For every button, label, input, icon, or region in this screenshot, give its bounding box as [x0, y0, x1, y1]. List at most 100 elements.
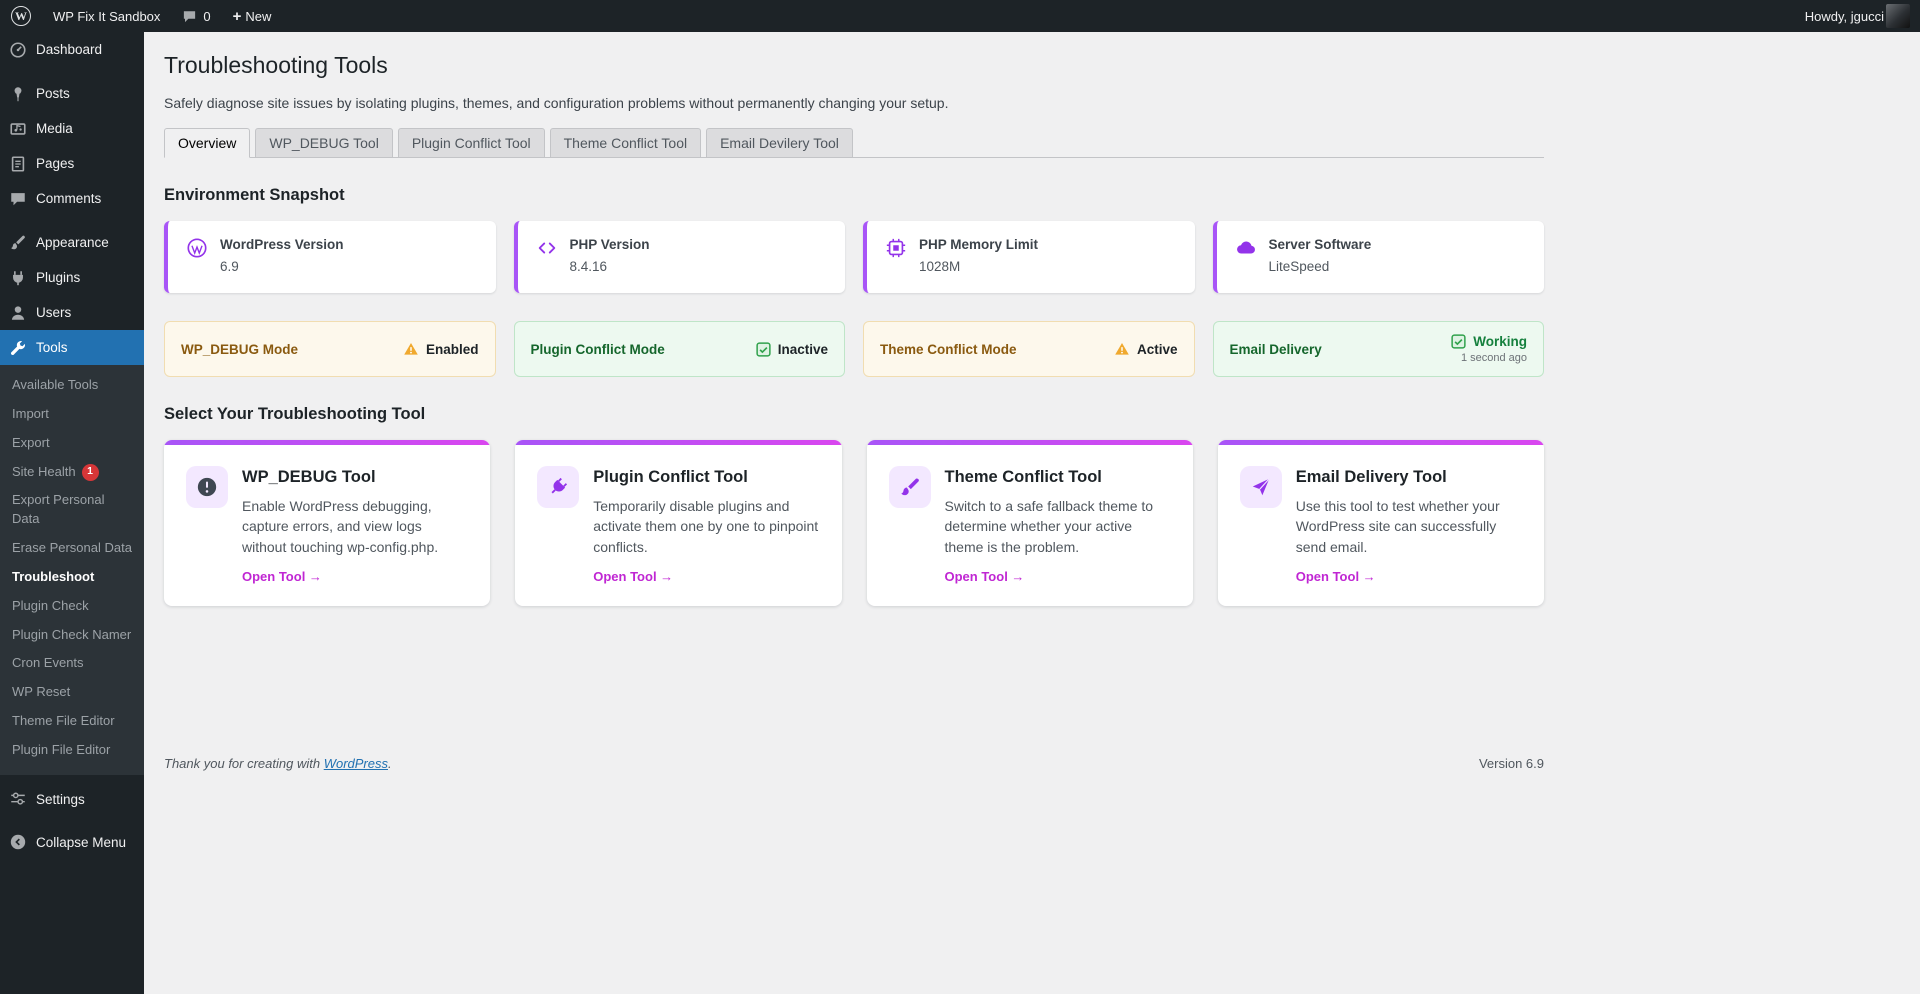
- wordpress-logo-icon: W: [11, 6, 31, 26]
- howdy-link[interactable]: Howdy, jgucci: [1794, 0, 1884, 32]
- footer-thanks-text: Thank you for creating with: [164, 756, 324, 771]
- sidebar-item-posts[interactable]: Posts: [0, 76, 144, 111]
- avatar: [1886, 4, 1910, 28]
- tool-card-title: Theme Conflict Tool: [945, 468, 1171, 487]
- wordpress-link[interactable]: WordPress: [324, 756, 388, 771]
- tool-card-description: Switch to a safe fallback theme to deter…: [945, 496, 1171, 557]
- check-square-icon: [756, 342, 771, 357]
- sidebar-subitem-troubleshoot[interactable]: Troubleshoot: [0, 563, 144, 592]
- sidebar-subitem-site-health[interactable]: Site Health 1: [0, 458, 144, 487]
- sidebar-subitem-export-personal-data[interactable]: Export Personal Data: [0, 486, 144, 534]
- comments-shortcut[interactable]: 0: [171, 0, 221, 32]
- tab-wp-debug-tool[interactable]: WP_DEBUG Tool: [255, 128, 392, 158]
- tool-cards: WP_DEBUG Tool Enable WordPress debugging…: [164, 440, 1544, 606]
- sidebar-item-tools[interactable]: Tools: [0, 330, 144, 365]
- footer-version: Version 6.9: [1479, 756, 1544, 771]
- wp-logo-menu[interactable]: W: [0, 0, 42, 32]
- user-menu[interactable]: [1884, 0, 1920, 32]
- sidebar-item-dashboard[interactable]: Dashboard: [0, 32, 144, 67]
- check-square-icon: [1451, 334, 1466, 349]
- status-label: Theme Conflict Mode: [880, 342, 1017, 357]
- sidebar-subitem-theme-file-editor[interactable]: Theme File Editor: [0, 707, 144, 736]
- sidebar-item-settings[interactable]: Settings: [0, 782, 144, 817]
- tab-email-delivery-tool[interactable]: Email Devilery Tool: [706, 128, 853, 158]
- tool-card-email-delivery: Email Delivery Tool Use this tool to tes…: [1218, 440, 1544, 606]
- sidebar-item-media[interactable]: Media: [0, 111, 144, 146]
- env-card-value: 8.4.16: [570, 259, 650, 274]
- sidebar-subitem-cron-events[interactable]: Cron Events: [0, 649, 144, 678]
- sidebar-item-label: Posts: [36, 86, 70, 101]
- speech-bubble-icon: [8, 189, 27, 208]
- sidebar-item-pages[interactable]: Pages: [0, 146, 144, 181]
- sidebar-item-users[interactable]: Users: [0, 295, 144, 330]
- env-card-php-version: PHP Version 8.4.16: [514, 221, 846, 293]
- tool-card-description: Temporarily disable plugins and activate…: [593, 496, 819, 557]
- sidebar-item-label: Settings: [36, 792, 85, 807]
- collapse-arrow-icon: [8, 833, 27, 852]
- collapse-menu-button[interactable]: Collapse Menu: [0, 825, 144, 860]
- tool-card-wp-debug: WP_DEBUG Tool Enable WordPress debugging…: [164, 440, 490, 606]
- tab-theme-conflict-tool[interactable]: Theme Conflict Tool: [550, 128, 701, 158]
- tool-card-plugin-conflict: Plugin Conflict Tool Temporarily disable…: [515, 440, 841, 606]
- comment-count: 0: [203, 9, 210, 24]
- env-card-value: LiteSpeed: [1269, 259, 1372, 274]
- open-tool-link-email-delivery[interactable]: Open Tool →: [1296, 569, 1376, 584]
- sidebar-subitem-export[interactable]: Export: [0, 429, 144, 458]
- sidebar-subitem-erase-personal-data[interactable]: Erase Personal Data: [0, 534, 144, 563]
- settings-sliders-icon: [8, 790, 27, 809]
- tools-submenu: Available Tools Import Export Site Healt…: [0, 365, 144, 775]
- status-card-theme-conflict-mode: Theme Conflict Mode Active: [863, 321, 1195, 377]
- exclamation-circle-icon: [186, 466, 228, 508]
- sidebar-subitem-plugin-check-namer[interactable]: Plugin Check Namer: [0, 621, 144, 650]
- site-health-count-badge: 1: [82, 464, 99, 481]
- env-card-label: Server Software: [1269, 237, 1372, 252]
- tool-card-title: WP_DEBUG Tool: [242, 468, 468, 487]
- status-card-plugin-conflict-mode: Plugin Conflict Mode Inactive: [514, 321, 846, 377]
- environment-cards: WordPress Version 6.9 PHP Version 8.4.16…: [164, 221, 1544, 293]
- site-name-link[interactable]: WP Fix It Sandbox: [42, 0, 171, 32]
- subitem-label: Site Health: [12, 464, 76, 479]
- env-card-value: 6.9: [220, 259, 344, 274]
- sidebar-subitem-wp-reset[interactable]: WP Reset: [0, 678, 144, 707]
- comment-bubble-icon: [182, 9, 197, 24]
- environment-heading: Environment Snapshot: [164, 186, 1544, 205]
- sidebar-item-comments[interactable]: Comments: [0, 181, 144, 216]
- sidebar-item-plugins[interactable]: Plugins: [0, 260, 144, 295]
- tab-overview[interactable]: Overview: [164, 128, 250, 158]
- media-icon: [8, 119, 27, 138]
- sidebar-item-label: Plugins: [36, 270, 80, 285]
- person-icon: [8, 303, 27, 322]
- menu-separator: [0, 67, 144, 76]
- wordpress-ring-icon: [186, 237, 208, 259]
- new-label: New: [245, 9, 271, 24]
- tool-card-title: Plugin Conflict Tool: [593, 468, 819, 487]
- warning-icon: [403, 341, 419, 357]
- env-card-label: PHP Version: [570, 237, 650, 252]
- sidebar-subitem-plugin-check[interactable]: Plugin Check: [0, 592, 144, 621]
- new-content-menu[interactable]: + New: [222, 0, 283, 32]
- env-card-server-software: Server Software LiteSpeed: [1213, 221, 1545, 293]
- page-subtitle: Safely diagnose site issues by isolating…: [164, 95, 1544, 111]
- admin-sidebar: Dashboard Posts Media Pages Comments App…: [0, 32, 144, 994]
- open-tool-link-wp-debug[interactable]: Open Tool →: [242, 569, 322, 584]
- sidebar-item-appearance[interactable]: Appearance: [0, 225, 144, 260]
- tab-plugin-conflict-tool[interactable]: Plugin Conflict Tool: [398, 128, 545, 158]
- status-card-wp-debug-mode: WP_DEBUG Mode Enabled: [164, 321, 496, 377]
- env-card-label: WordPress Version: [220, 237, 344, 252]
- status-state-text: Active: [1137, 342, 1178, 357]
- open-tool-link-plugin-conflict[interactable]: Open Tool →: [593, 569, 673, 584]
- status-state-text: Inactive: [778, 342, 828, 357]
- cloud-icon: [1235, 237, 1257, 259]
- sidebar-item-label: Pages: [36, 156, 74, 171]
- sidebar-item-label: Media: [36, 121, 73, 136]
- sidebar-subitem-import[interactable]: Import: [0, 400, 144, 429]
- sidebar-subitem-available-tools[interactable]: Available Tools: [0, 371, 144, 400]
- tool-card-description: Use this tool to test whether your WordP…: [1296, 496, 1522, 557]
- open-tool-link-theme-conflict[interactable]: Open Tool →: [945, 569, 1025, 584]
- plug-icon: [8, 268, 27, 287]
- env-card-label: PHP Memory Limit: [919, 237, 1038, 252]
- sidebar-subitem-plugin-file-editor[interactable]: Plugin File Editor: [0, 736, 144, 765]
- code-brackets-icon: [536, 237, 558, 259]
- send-email-icon: [1240, 466, 1282, 508]
- admin-bar: W WP Fix It Sandbox 0 + New Howdy, jgucc…: [0, 0, 1920, 32]
